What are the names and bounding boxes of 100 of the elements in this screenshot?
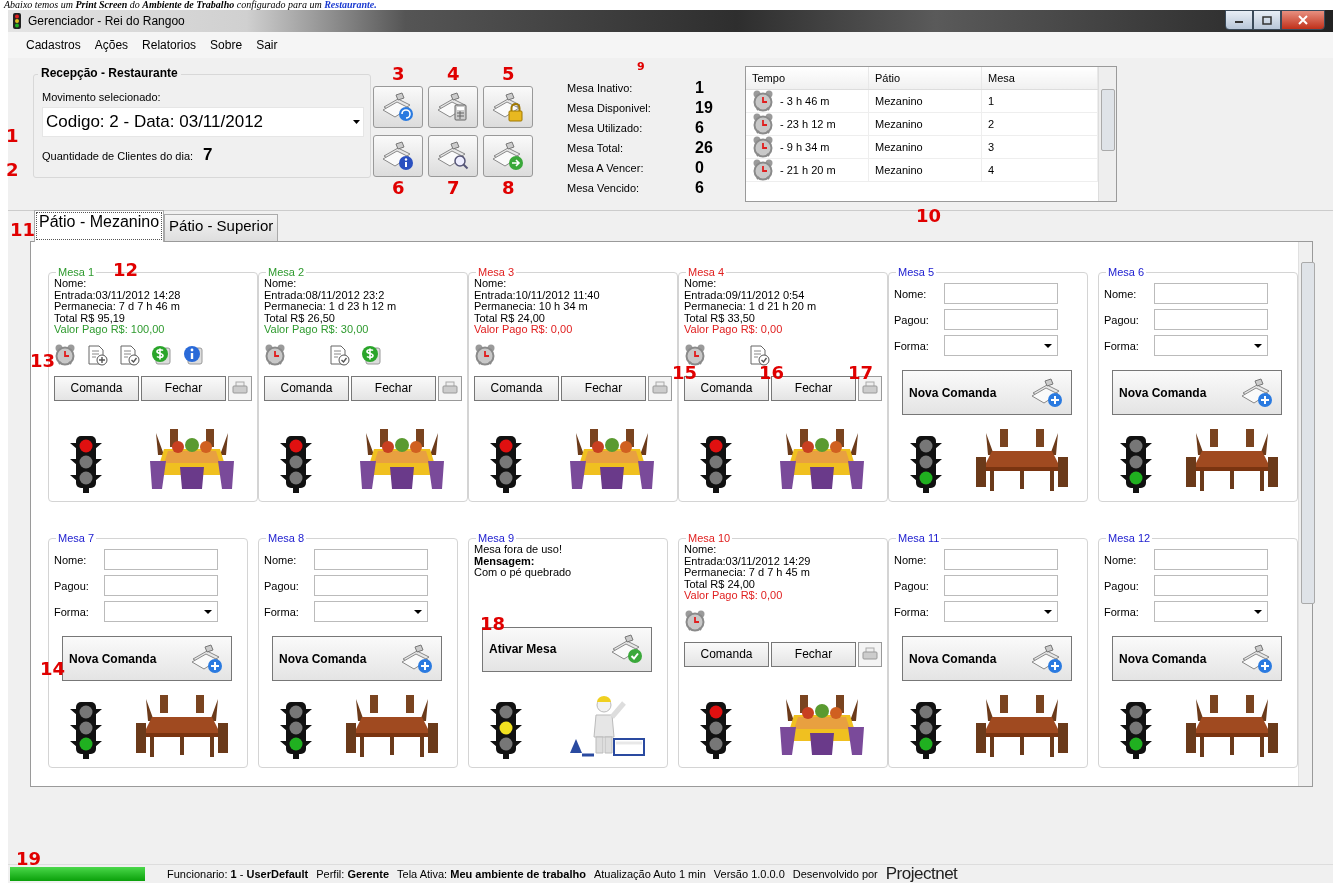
input-field[interactable] [1154, 283, 1268, 304]
callout-number: 19 [16, 850, 42, 868]
table-action-button[interactable]: Comanda [54, 375, 139, 401]
dropdown-arrow-icon [1043, 608, 1053, 615]
table-cell: - 9 h 34 m [780, 141, 830, 153]
scrollbar[interactable] [1298, 242, 1312, 786]
table-action-button[interactable]: Comanda [684, 641, 769, 667]
maximize-button[interactable] [1253, 10, 1281, 30]
payment-method-dropdown[interactable] [104, 601, 218, 622]
table-info-line: Entrada:08/11/2012 23:2 [264, 289, 386, 301]
print-button[interactable] [858, 641, 882, 667]
table-cell: Mezanino [868, 135, 982, 159]
table-title: Mesa 2 [267, 266, 306, 278]
new-order-button[interactable]: Nova Comanda [902, 636, 1072, 681]
menu-item[interactable]: Relatorios [136, 36, 203, 54]
print-button[interactable] [228, 375, 252, 401]
table-action-button[interactable]: Comanda [264, 375, 349, 401]
column-header[interactable]: Mesa [981, 67, 1098, 90]
tab[interactable]: Pátio - Mezanino [34, 210, 165, 242]
status-text: Perfil: Gerente [316, 868, 389, 880]
dropdown-arrow-icon [1043, 342, 1053, 349]
payment-method-dropdown[interactable] [944, 601, 1058, 622]
input-field[interactable] [944, 549, 1058, 570]
payment-method-dropdown[interactable] [314, 601, 428, 622]
document-search-icon [435, 140, 471, 172]
money-icon [150, 343, 172, 366]
input-field[interactable] [314, 575, 428, 596]
minimize-button[interactable] [1225, 10, 1253, 30]
menu-item[interactable]: Cadastros [20, 36, 87, 54]
table-info-line: Nome: [54, 278, 88, 290]
input-field[interactable] [944, 575, 1058, 596]
table-action-button[interactable]: Fechar [351, 375, 436, 401]
new-order-button[interactable]: Nova Comanda [1112, 370, 1282, 415]
movement-dropdown[interactable]: Codigo: 2 - Data: 03/11/2012 [42, 107, 364, 137]
document-info-icon [380, 140, 416, 172]
field-label: Nome: [894, 553, 928, 566]
payment-line: Valor Pago R$: 30,00 [264, 324, 370, 336]
column-header[interactable]: Tempo [746, 67, 869, 90]
input-field[interactable] [104, 575, 218, 596]
message-text: Com o pé quebrado [474, 567, 573, 579]
callout-number: 3 [392, 65, 405, 83]
table-title: Mesa 7 [57, 532, 96, 544]
table-info-line: Nome: [264, 278, 298, 290]
document-add-icon [1029, 642, 1065, 675]
column-header[interactable]: Pátio [868, 67, 982, 90]
caption-sentence: Abaixo temos um Print Screen do Ambiente de Trabalho configurado para um [4, 0, 322, 10]
input-field[interactable] [314, 549, 428, 570]
table-title: Mesa 5 [897, 266, 936, 278]
restaurant-link[interactable]: Restaurante. [324, 0, 377, 10]
input-field[interactable] [104, 549, 218, 570]
alarm-clock-icon [752, 136, 774, 158]
table-info-line: Entrada:03/11/2012 14:28 [54, 289, 182, 301]
field-label: Forma: [54, 605, 90, 618]
print-button[interactable] [648, 375, 672, 401]
field-label: Pagou: [1104, 313, 1140, 326]
close-icon [1297, 15, 1309, 25]
new-order-button[interactable]: Nova Comanda [272, 636, 442, 681]
payment-method-dropdown[interactable] [1154, 335, 1268, 356]
table-action-button[interactable]: Fechar [771, 641, 856, 667]
menu-item[interactable]: Ações [88, 36, 135, 54]
print-button[interactable] [438, 375, 462, 401]
table-action-button[interactable]: Fechar [561, 375, 646, 401]
status-text: Desenvolvido por [792, 868, 878, 880]
callout-number: 1 [6, 127, 19, 145]
alarm-clock-icon [474, 343, 496, 366]
scrollbar[interactable] [1098, 67, 1116, 201]
table-action-button[interactable]: Fechar [141, 375, 226, 401]
window-title: Gerenciador - Rei do Rangoo [28, 14, 185, 28]
document-arrow-icon [490, 140, 526, 172]
payment-line: Valor Pago R$: 0,00 [684, 324, 784, 336]
table-title: Mesa 3 [477, 266, 516, 278]
table-action-button[interactable]: Comanda [474, 375, 559, 401]
field-label: Forma: [264, 605, 300, 618]
table-info-line: Permanecia: 1 d 21 h 20 m [684, 301, 818, 313]
payment-method-dropdown[interactable] [944, 335, 1058, 356]
input-field[interactable] [1154, 549, 1268, 570]
table-cell: Mezanino [868, 89, 982, 113]
input-field[interactable] [944, 309, 1058, 330]
stat-value: 6 [695, 119, 705, 137]
close-button[interactable] [1281, 10, 1325, 30]
input-field[interactable] [944, 283, 1058, 304]
new-order-button[interactable]: Nova Comanda [902, 370, 1072, 415]
input-field[interactable] [1154, 309, 1268, 330]
input-field[interactable] [1154, 575, 1268, 596]
document-add-icon [1239, 642, 1275, 675]
document-add-icon [1029, 376, 1065, 409]
new-order-button[interactable]: Nova Comanda [1112, 636, 1282, 681]
table-cell: 2 [981, 112, 1098, 136]
stat-label: Mesa Total: [567, 142, 625, 154]
menu-item[interactable]: Sobre [204, 36, 249, 54]
payment-method-dropdown[interactable] [1154, 601, 1268, 622]
document-add-icon [189, 642, 225, 675]
tab[interactable]: Pátio - Superior [164, 214, 279, 241]
field-label: Forma: [1104, 339, 1140, 352]
dropdown-arrow-icon [413, 608, 423, 615]
menu-item[interactable]: Sair [250, 36, 284, 54]
callout-number: 4 [447, 65, 460, 83]
field-label: Pagou: [264, 579, 300, 592]
field-label: Pagou: [54, 579, 90, 592]
field-label: Pagou: [894, 313, 930, 326]
